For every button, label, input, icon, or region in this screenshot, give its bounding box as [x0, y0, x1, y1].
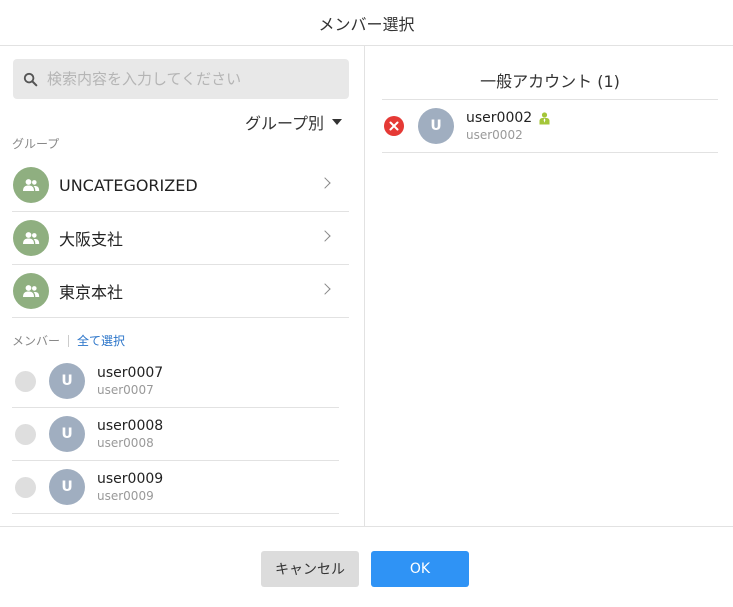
- left-panel: グループ別 グループ UNCATEGORIZED: [0, 46, 365, 526]
- selected-name-line: user0002: [466, 110, 550, 126]
- group-people-icon: [23, 285, 40, 297]
- grouping-dropdown[interactable]: グループ別: [245, 110, 342, 134]
- ok-button[interactable]: OK: [371, 551, 469, 587]
- search-input[interactable]: [47, 70, 337, 88]
- group-name: UNCATEGORIZED: [59, 175, 198, 195]
- chevron-right-icon: [319, 230, 331, 242]
- selected-member-id: user0002: [466, 128, 523, 142]
- member-name: user0007: [97, 365, 164, 381]
- chevron-right-icon: [319, 283, 331, 295]
- caret-down-icon: [332, 119, 342, 125]
- dialog-footer: キャンセル OK: [0, 526, 733, 607]
- select-radio[interactable]: [15, 370, 36, 392]
- remove-button[interactable]: [384, 116, 404, 136]
- chevron-right-icon: [319, 177, 331, 189]
- person-icon: [539, 111, 550, 125]
- member-id: user0009: [97, 489, 154, 503]
- avatar: U: [49, 469, 85, 505]
- member-name: user0008: [97, 418, 164, 434]
- group-avatar: [13, 220, 49, 256]
- group-name: 東京本社: [59, 283, 124, 302]
- member-id: user0008: [97, 436, 154, 450]
- right-panel: 一般アカウント (1) U user0002 user0002: [366, 46, 733, 526]
- group-people-icon: [23, 179, 40, 191]
- select-all-link[interactable]: 全て選択: [77, 332, 125, 349]
- member-info: user0009 user0009: [97, 471, 163, 503]
- search-box[interactable]: [13, 59, 349, 99]
- group-avatar: [13, 273, 49, 309]
- dialog-header: メンバー選択: [0, 0, 733, 46]
- member-section-header: メンバー 全て選択: [12, 332, 125, 349]
- grouping-label: グループ別: [244, 114, 324, 133]
- group-list: UNCATEGORIZED 大阪支社 東京本社: [12, 159, 349, 318]
- member-row[interactable]: U user0009 user0009: [12, 461, 339, 514]
- member-section-label: メンバー: [12, 334, 61, 348]
- divider: [68, 334, 70, 347]
- member-row[interactable]: U user0008 user0008: [12, 408, 339, 461]
- group-name: 大阪支社: [59, 230, 124, 249]
- close-icon: [389, 121, 399, 131]
- cancel-button[interactable]: キャンセル: [261, 551, 359, 587]
- avatar: U: [49, 416, 85, 452]
- member-id: user0007: [97, 383, 154, 397]
- group-row[interactable]: 大阪支社: [12, 212, 349, 265]
- avatar: U: [49, 363, 85, 399]
- search-icon: [23, 72, 38, 86]
- member-info: user0008 user0008: [97, 418, 163, 450]
- avatar: U: [418, 108, 454, 144]
- select-radio[interactable]: [15, 476, 36, 498]
- group-section-label: グループ: [12, 137, 60, 151]
- selected-member-row: U user0002 user0002: [382, 100, 718, 153]
- member-name: user0009: [97, 471, 164, 487]
- selected-member-info: user0002 user0002: [466, 110, 550, 142]
- selected-member-name: user0002: [466, 110, 533, 126]
- dialog-title: メンバー選択: [318, 14, 415, 34]
- member-list: U user0007 user0007 U user0008 user0008 …: [12, 355, 339, 514]
- group-row[interactable]: 東京本社: [12, 265, 349, 318]
- group-row[interactable]: UNCATEGORIZED: [12, 159, 349, 212]
- member-row[interactable]: U user0007 user0007: [12, 355, 339, 408]
- selected-account-title: 一般アカウント (1): [480, 72, 620, 91]
- member-info: user0007 user0007: [97, 365, 163, 397]
- group-people-icon: [23, 232, 40, 244]
- group-avatar: [13, 167, 49, 203]
- select-radio[interactable]: [15, 423, 36, 445]
